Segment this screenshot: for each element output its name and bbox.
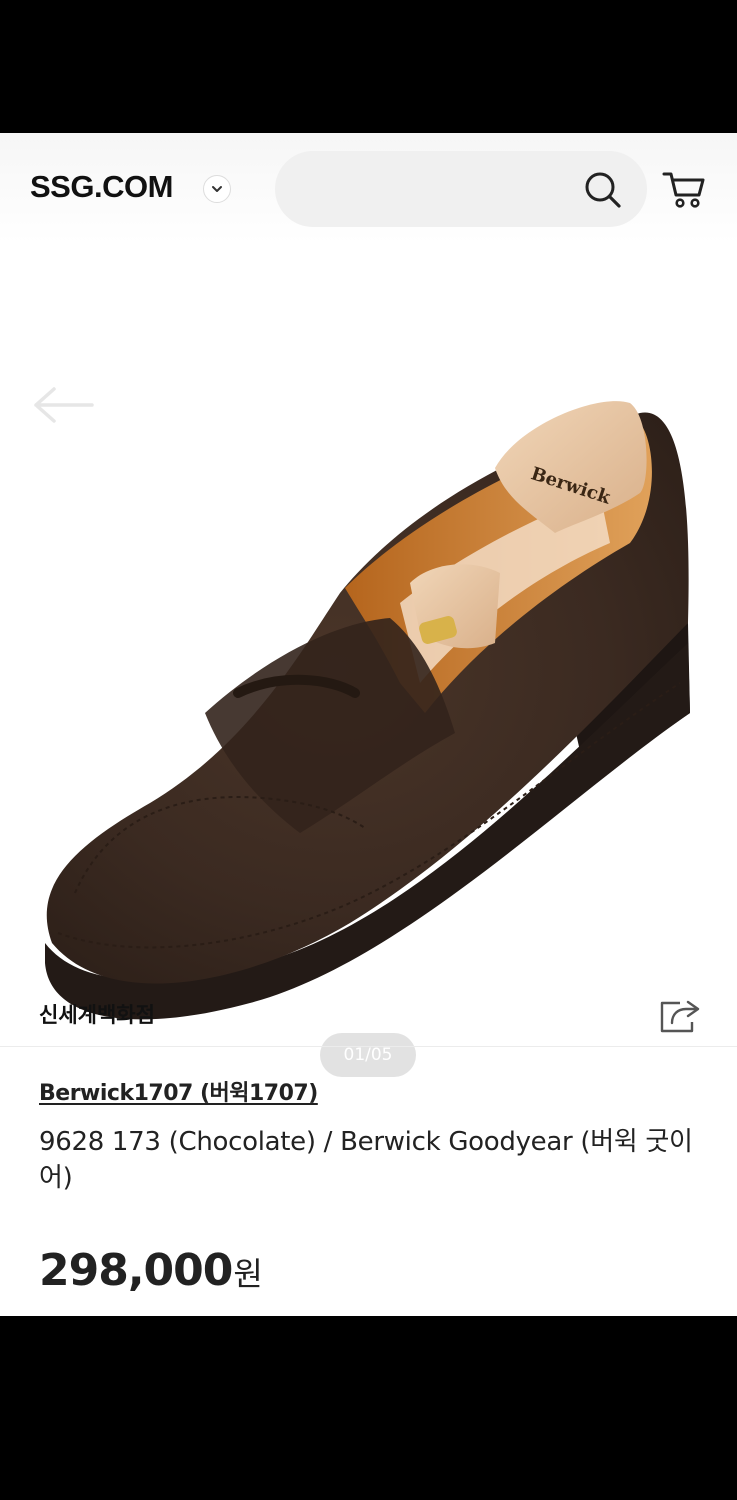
product-title: 9628 173 (Chocolate) / Berwick Goodyear … [39, 1127, 693, 1193]
cart-icon[interactable] [661, 169, 707, 211]
navigation-bar-area [0, 1316, 737, 1500]
product-image-gallery[interactable]: Berwick 01/05 [0, 243, 737, 1077]
site-menu-toggle[interactable] [203, 175, 231, 203]
share-icon[interactable] [658, 995, 702, 1035]
shoe-image: Berwick [45, 401, 690, 1020]
arrow-left-icon[interactable] [30, 383, 98, 427]
store-name[interactable]: 신세계백화점 [39, 999, 155, 1029]
site-logo[interactable]: SSG.COM [30, 169, 173, 205]
store-row: 신세계백화점 [0, 983, 737, 1047]
header: SSG.COM [0, 133, 737, 243]
status-bar-area [0, 0, 737, 133]
price-unit: 원 [233, 1255, 262, 1293]
product-price: 298,000원 [39, 1245, 263, 1296]
search-icon[interactable] [582, 169, 624, 211]
chevron-down-icon [212, 186, 222, 192]
search-input[interactable] [295, 169, 575, 209]
product-page: SSG.COM Berwick 01/05 신세계백화점 Berwick1707… [0, 133, 737, 1316]
price-value: 298,000 [39, 1245, 233, 1296]
brand-link[interactable]: Berwick1707 (버윅1707) [39, 1075, 318, 1107]
